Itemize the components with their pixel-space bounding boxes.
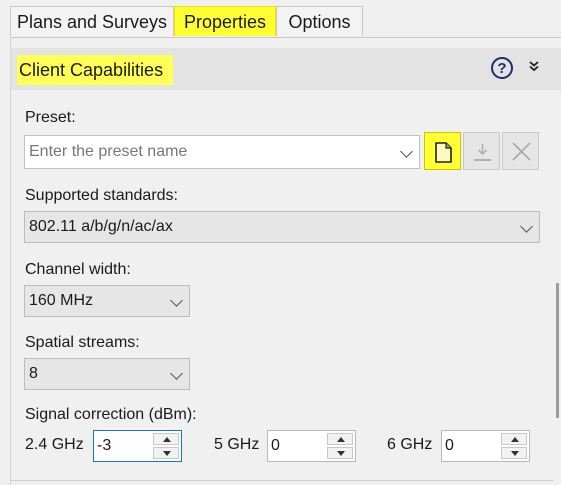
spinbox-buttons [501,433,527,459]
decrement-button[interactable] [501,447,527,459]
preset-label: Preset: [25,109,76,126]
chevron-down-icon[interactable] [400,145,413,158]
chevron-down-icon [520,220,533,233]
decrement-button[interactable] [327,447,353,459]
signal-correction-label: Signal correction (dBm): [25,406,197,423]
section-title: Client Capabilities [17,55,174,85]
spinbox-value[interactable]: 0 [271,431,280,461]
band-label-2-4ghz: 2.4 GHz [25,436,84,453]
triangle-up-icon [163,437,171,442]
download-icon [474,144,491,161]
increment-button[interactable] [501,433,527,445]
increment-button[interactable] [327,433,353,445]
supported-standards-select[interactable]: 802.11 a/b/g/n/ac/ax [24,211,540,243]
supported-standards-label: Supported standards: [25,187,178,204]
save-preset-button[interactable] [463,132,500,170]
panel-border [10,37,561,38]
signal-correction-2-4ghz-spinbox[interactable]: -3 [93,430,182,462]
decrement-button[interactable] [153,447,179,459]
section-bottom-border [11,480,553,481]
channel-width-label: Channel width: [25,261,131,278]
triangle-up-icon [511,437,519,442]
chevron-down-icon [170,294,183,307]
triangle-down-icon [337,451,345,456]
spatial-streams-label: Spatial streams: [25,334,140,351]
spinbox-buttons [153,433,179,459]
tab-options[interactable]: Options [276,6,363,36]
signal-correction-5ghz-spinbox[interactable]: 0 [267,430,356,462]
band-label-6ghz: 6 GHz [387,436,433,453]
spatial-streams-select[interactable]: 8 [24,358,190,390]
triangle-up-icon [337,437,345,442]
double-chevron-down-icon[interactable] [526,60,542,76]
triangle-down-icon [511,451,519,456]
new-preset-button[interactable] [424,132,461,170]
panel-left-border [10,37,11,485]
tab-properties[interactable]: Properties [174,6,276,36]
channel-width-select[interactable]: 160 MHz [24,285,190,317]
section-header[interactable]: Client Capabilities ? [11,48,561,90]
spatial-streams-value: 8 [29,365,38,382]
band-label-5ghz: 5 GHz [214,436,260,453]
triangle-down-icon [163,451,171,456]
chevron-down-icon [170,367,183,380]
increment-button[interactable] [153,433,179,445]
close-icon [512,142,531,161]
double-chevron-svg [529,61,539,72]
preset-placeholder: Enter the preset name [29,143,188,160]
preset-combobox[interactable]: Enter the preset name [24,135,420,169]
tab-bar: Plans and Surveys Properties Options [0,0,561,38]
tab-plans-and-surveys[interactable]: Plans and Surveys [10,6,174,36]
spinbox-value[interactable]: -3 [97,431,111,461]
signal-correction-6ghz-spinbox[interactable]: 0 [441,430,530,462]
question-circle-icon[interactable]: ? [491,57,513,79]
delete-preset-button[interactable] [502,132,539,170]
spinbox-buttons [327,433,353,459]
channel-width-value: 160 MHz [29,292,94,309]
new-document-icon [435,142,452,163]
supported-standards-value: 802.11 a/b/g/n/ac/ax [29,218,173,235]
scrollbar-thumb[interactable] [556,283,559,418]
spinbox-value[interactable]: 0 [445,431,454,461]
